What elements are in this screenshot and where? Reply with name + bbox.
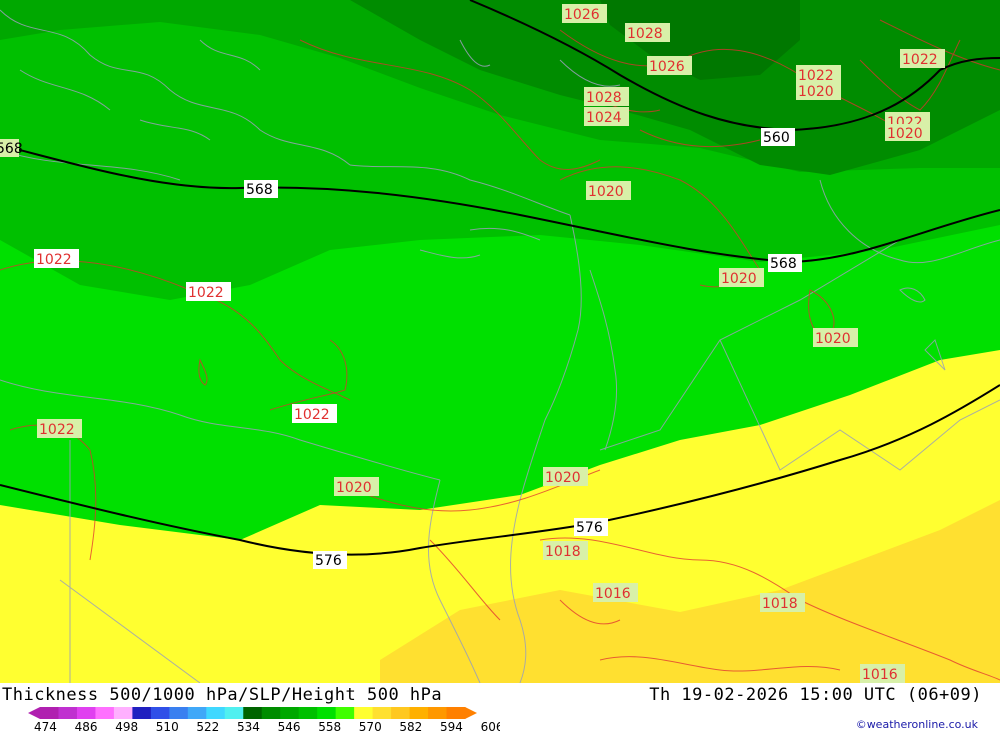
height-label: 568 bbox=[0, 139, 23, 157]
pressure-label: 1016 bbox=[593, 583, 638, 602]
svg-text:1020: 1020 bbox=[588, 184, 624, 200]
svg-text:1024: 1024 bbox=[586, 110, 622, 126]
colorbar-swatch bbox=[261, 707, 281, 719]
colorbar-tick-label: 498 bbox=[115, 720, 138, 733]
pressure-label: 1020 bbox=[586, 181, 631, 200]
colorbar-tick-label: 522 bbox=[196, 720, 219, 733]
svg-text:568: 568 bbox=[0, 141, 23, 157]
svg-text:1020: 1020 bbox=[545, 470, 581, 486]
map-footer: Thickness 500/1000 hPa/SLP/Height 500 hP… bbox=[0, 683, 1000, 733]
pressure-label: 1020 bbox=[543, 467, 588, 486]
svg-text:1022: 1022 bbox=[902, 52, 938, 68]
colorbar-tick-label: 534 bbox=[237, 720, 260, 733]
colorbar-swatch bbox=[113, 707, 133, 719]
pressure-label: 1022 bbox=[900, 49, 945, 68]
colorbar-swatch bbox=[298, 707, 318, 719]
svg-text:560: 560 bbox=[763, 130, 790, 146]
pressure-label: 1020 bbox=[796, 81, 841, 100]
height-label: 568 bbox=[768, 254, 802, 272]
colorbar-tick-label: 546 bbox=[278, 720, 301, 733]
pressure-label: 1022 bbox=[37, 419, 82, 438]
pressure-label: 1018 bbox=[760, 593, 805, 612]
pressure-label: 1028 bbox=[625, 23, 670, 42]
colorbar-swatch bbox=[372, 707, 392, 719]
colorbar-legend: 474 486 498 510 522 534 546 558 570 582 594 606 bbox=[28, 707, 500, 733]
colorbar-swatch bbox=[58, 707, 78, 719]
pressure-label: 1028 bbox=[584, 87, 629, 106]
colorbar-swatch bbox=[409, 707, 429, 719]
source-credit[interactable]: ©weatheronline.co.uk bbox=[856, 718, 978, 731]
colorbar-swatch bbox=[224, 707, 244, 719]
colorbar-ticks: 474 486 498 510 522 534 546 558 570 582 594 606 bbox=[34, 720, 500, 733]
colorbar-tick-label: 570 bbox=[359, 720, 382, 733]
colorbar-swatch bbox=[187, 707, 207, 719]
svg-text:568: 568 bbox=[770, 256, 797, 272]
colorbar-swatch bbox=[150, 707, 170, 719]
colorbar-tick-label: 606 bbox=[481, 720, 500, 733]
pressure-label: 1016 bbox=[860, 664, 905, 683]
svg-text:1020: 1020 bbox=[721, 271, 757, 287]
colorbar-swatch bbox=[391, 707, 411, 719]
svg-text:576: 576 bbox=[315, 553, 342, 569]
pressure-label: 1020 bbox=[813, 328, 858, 347]
weather-map: 568 568 568 560 576 576 1026 1028 1026 1… bbox=[0, 0, 1000, 683]
pressure-label: 1026 bbox=[647, 56, 692, 75]
svg-text:1016: 1016 bbox=[595, 586, 631, 602]
colorbar-swatch bbox=[76, 707, 96, 719]
colorbar-swatches bbox=[28, 707, 477, 719]
height-label: 576 bbox=[574, 518, 608, 536]
colorbar-tick-label: 486 bbox=[75, 720, 98, 733]
svg-text:568: 568 bbox=[246, 182, 273, 198]
svg-text:1022: 1022 bbox=[36, 252, 72, 268]
svg-text:1020: 1020 bbox=[887, 126, 923, 142]
colorbar-swatch bbox=[132, 707, 152, 719]
svg-text:1028: 1028 bbox=[586, 90, 622, 106]
colorbar-swatch bbox=[335, 707, 355, 719]
svg-text:1020: 1020 bbox=[336, 480, 372, 496]
colorbar-swatch bbox=[95, 707, 115, 719]
svg-text:1018: 1018 bbox=[762, 596, 798, 612]
svg-text:1026: 1026 bbox=[564, 7, 600, 23]
pressure-label: 1022 bbox=[186, 282, 231, 301]
colorbar-swatch bbox=[317, 707, 337, 719]
svg-text:1028: 1028 bbox=[627, 26, 663, 42]
colorbar-swatch bbox=[243, 707, 263, 719]
pressure-label: 1018 bbox=[543, 541, 588, 560]
height-label: 576 bbox=[313, 551, 347, 569]
colorbar-swatch bbox=[280, 707, 300, 719]
colorbar-swatch bbox=[169, 707, 189, 719]
colorbar-arrow-right bbox=[465, 707, 477, 719]
colorbar-swatch bbox=[40, 707, 59, 719]
pressure-label: 1024 bbox=[584, 107, 629, 126]
colorbar-tick-label: 582 bbox=[399, 720, 422, 733]
colorbar-tick-label: 558 bbox=[318, 720, 341, 733]
pressure-label: 1022 bbox=[34, 249, 79, 268]
map-title: Thickness 500/1000 hPa/SLP/Height 500 hP… bbox=[2, 685, 443, 705]
svg-text:1018: 1018 bbox=[545, 544, 581, 560]
svg-text:1022: 1022 bbox=[294, 407, 330, 423]
svg-text:1020: 1020 bbox=[815, 331, 851, 347]
colorbar-tick-label: 474 bbox=[34, 720, 57, 733]
pressure-label: 1020 bbox=[719, 268, 764, 287]
pressure-label: 1020 bbox=[885, 124, 930, 142]
height-label: 568 bbox=[244, 180, 278, 198]
valid-datetime: Th 19-02-2026 15:00 UTC (06+09) bbox=[649, 685, 982, 705]
height-label: 560 bbox=[761, 128, 795, 146]
svg-text:1016: 1016 bbox=[862, 667, 898, 683]
svg-text:576: 576 bbox=[576, 520, 603, 536]
colorbar-arrow-left bbox=[28, 707, 40, 719]
svg-text:1026: 1026 bbox=[649, 59, 685, 75]
svg-text:1022: 1022 bbox=[188, 285, 224, 301]
colorbar-swatch bbox=[354, 707, 374, 719]
colorbar-swatch bbox=[446, 707, 466, 719]
colorbar-tick-label: 510 bbox=[156, 720, 179, 733]
svg-text:1022: 1022 bbox=[39, 422, 75, 438]
colorbar-tick-label: 594 bbox=[440, 720, 463, 733]
colorbar-swatch bbox=[206, 707, 226, 719]
pressure-label: 1026 bbox=[562, 4, 607, 23]
colorbar-swatch bbox=[428, 707, 448, 719]
pressure-label: 1020 bbox=[334, 477, 379, 496]
svg-text:1020: 1020 bbox=[798, 84, 834, 100]
pressure-label: 1022 bbox=[292, 404, 337, 423]
